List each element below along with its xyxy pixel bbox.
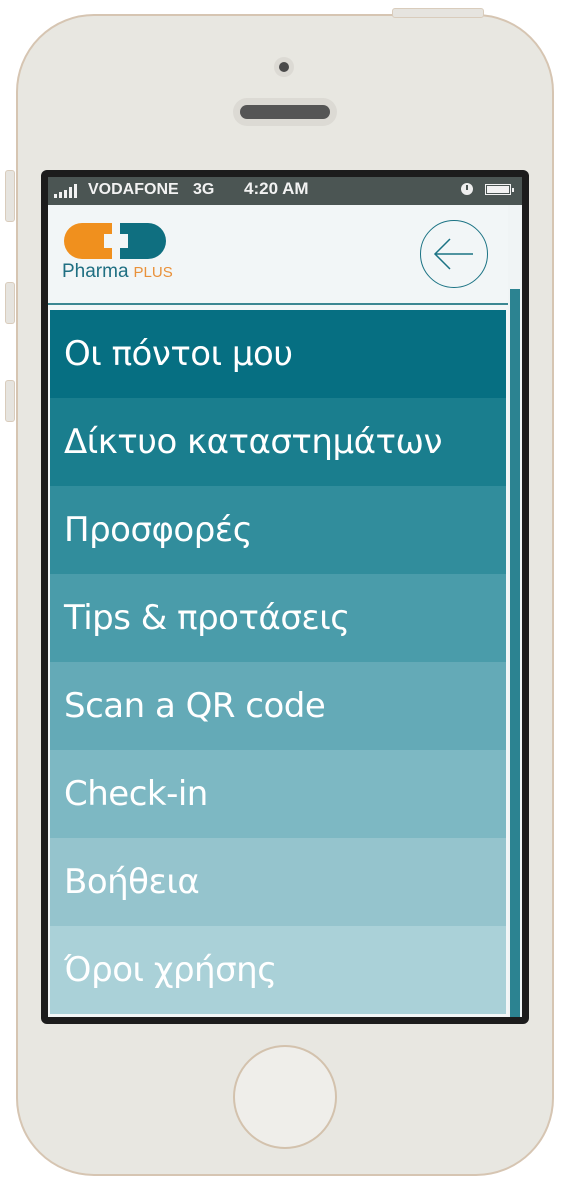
logo-mark-icon — [64, 223, 166, 259]
clock-icon — [461, 183, 473, 195]
menu-item-help[interactable]: Βοήθεια — [50, 838, 506, 926]
scrollbar-thumb[interactable] — [510, 289, 520, 1017]
menu-item-store-network[interactable]: Δίκτυο καταστημάτων — [50, 398, 506, 486]
menu-item-my-points[interactable]: Οι πόντοι μου — [50, 310, 506, 398]
power-button — [392, 8, 484, 18]
menu-item-check-in[interactable]: Check-in — [50, 750, 506, 838]
header-divider — [48, 303, 508, 305]
main-menu: Οι πόντοι μου Δίκτυο καταστημάτων Προσφο… — [50, 310, 506, 1014]
volume-down-button — [5, 380, 15, 422]
front-camera — [274, 57, 294, 77]
arrow-left-icon — [433, 238, 473, 270]
menu-item-scan-qr[interactable]: Scan a QR code — [50, 662, 506, 750]
logo-suffix: PLUS — [133, 264, 173, 281]
menu-item-offers[interactable]: Προσφορές — [50, 486, 506, 574]
menu-item-tips[interactable]: Tips & προτάσεις — [50, 574, 506, 662]
app-screen: VODAFONE 3G 4:20 AM PharmaPLUS Οι πόντο — [48, 177, 522, 1017]
home-button[interactable] — [233, 1045, 337, 1149]
status-time: 4:20 AM — [244, 179, 309, 198]
logo-text: Pharma PLUS — [62, 261, 173, 283]
back-button[interactable] — [420, 220, 488, 288]
app-header: Pharma PLUS — [48, 205, 508, 303]
network-type: 3G — [193, 181, 215, 198]
mute-switch — [5, 170, 15, 222]
volume-up-button — [5, 282, 15, 324]
earpiece-speaker — [240, 105, 330, 119]
status-bar: VODAFONE 3G 4:20 AM — [48, 177, 522, 205]
pharmaplus-logo: Pharma PLUS — [62, 221, 173, 291]
battery-icon — [485, 184, 514, 195]
menu-item-terms[interactable]: Όροι χρήσης — [50, 926, 506, 1014]
carrier-name: VODAFONE — [88, 181, 179, 198]
logo-name: Pharma — [62, 261, 129, 282]
